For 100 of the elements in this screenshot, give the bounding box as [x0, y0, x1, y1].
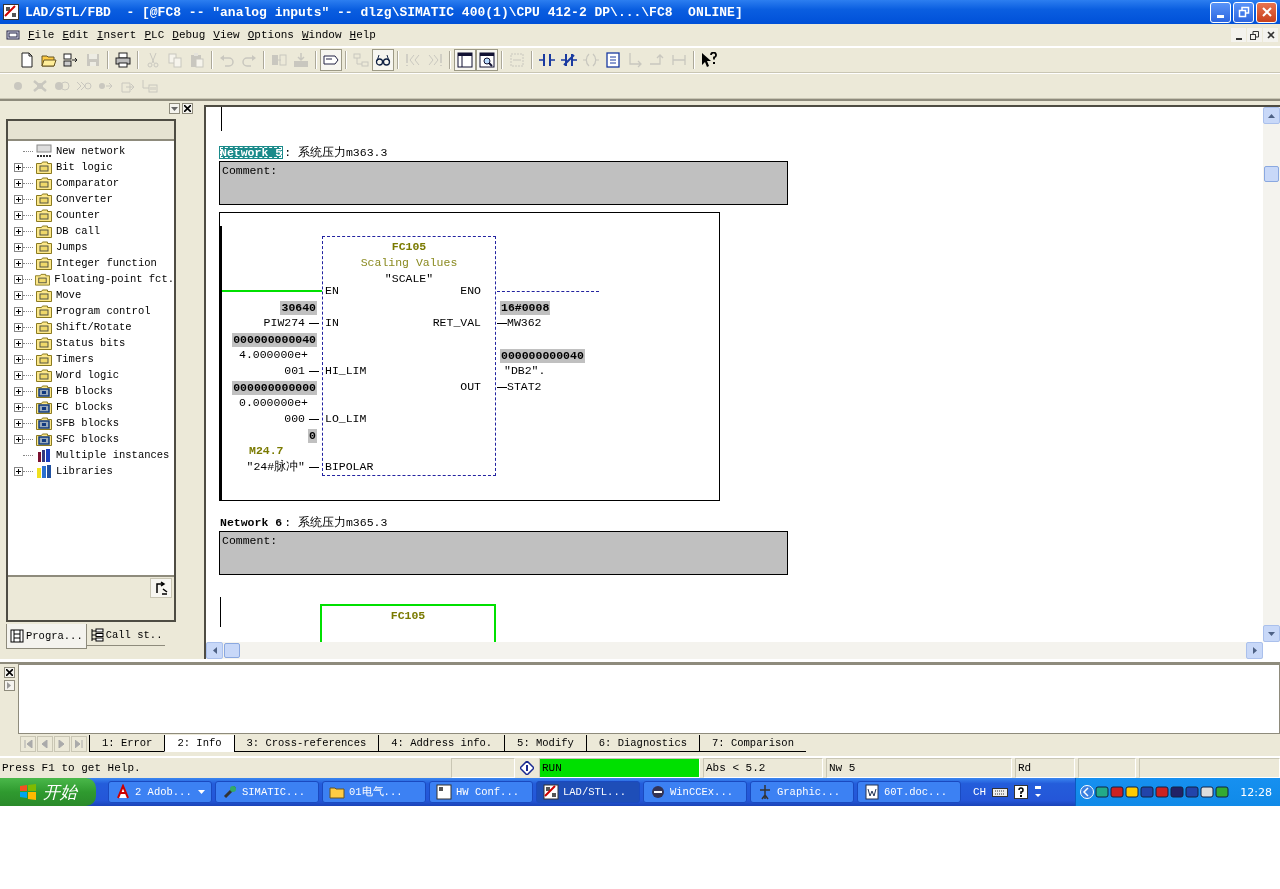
taskbar-button[interactable]: LAD/STL... [536, 781, 640, 803]
scroll-left-button[interactable] [206, 642, 223, 659]
restore-button[interactable] [1233, 1, 1254, 23]
call-structure-icon [89, 627, 104, 642]
tab-scroll-button[interactable] [71, 736, 87, 752]
taskbar-button[interactable]: HW Conf... [429, 781, 533, 803]
tree-item[interactable]: FB blocks [56, 385, 113, 397]
tree-item[interactable]: Counter [56, 209, 101, 221]
help-cursor-icon [701, 52, 717, 68]
menu-item[interactable]: Options [243, 29, 298, 41]
tree-item[interactable]: FC blocks [56, 401, 113, 413]
tree-item[interactable]: Word logic [56, 369, 119, 381]
menu-item[interactable]: Window [297, 29, 346, 41]
tree-item[interactable]: Program control [56, 305, 151, 317]
minimize-button[interactable] [1210, 1, 1231, 23]
output-tab[interactable]: 6: Diagnostics [585, 735, 700, 752]
tree-item[interactable]: Comparator [56, 177, 119, 189]
comment-field[interactable]: Comment: [219, 531, 788, 575]
printer-icon [115, 52, 131, 68]
tree-item[interactable]: Libraries [56, 465, 113, 477]
taskbar-button[interactable]: Graphic... [750, 781, 854, 803]
output-tab[interactable]: 3: Cross-references [233, 735, 379, 752]
tree-item[interactable]: SFC blocks [56, 433, 119, 445]
start-button[interactable]: 开始 [0, 778, 96, 806]
right-arrow-icon [7, 682, 11, 689]
taskbar-button[interactable]: 2 Adob... [108, 781, 212, 803]
menu-item[interactable]: View [209, 29, 244, 41]
taskbar-button[interactable]: 01电气... [322, 781, 426, 803]
close-button[interactable] [3, 667, 15, 678]
tree-item[interactable]: Move [56, 289, 82, 301]
scissors-icon [145, 52, 161, 68]
tree-item[interactable]: Converter [56, 193, 113, 205]
books-icon [36, 447, 52, 463]
vertical-scrollbar[interactable] [1263, 107, 1280, 642]
tree-item[interactable]: Status bits [56, 337, 126, 349]
menu-item[interactable]: Help [345, 29, 380, 41]
taskbar-button[interactable]: WinCCEx... [643, 781, 747, 803]
scroll-down-button[interactable] [1263, 625, 1280, 642]
tree-item[interactable]: Floating-point fct. [54, 273, 174, 285]
clock: 12:28 [1240, 785, 1272, 799]
panel-tab[interactable]: Progra... [6, 624, 87, 649]
folder-icon [36, 287, 52, 303]
horizontal-scrollbar[interactable] [206, 642, 1263, 659]
pin-label: HI_LIM [325, 363, 367, 379]
scroll-thumb[interactable] [224, 643, 240, 658]
program-elements-icon [10, 629, 24, 643]
menu-item[interactable]: PLC [140, 29, 169, 41]
branch-open-icon [627, 52, 643, 68]
folder-icon [36, 367, 52, 383]
tree-item[interactable]: Multiple instances [56, 449, 170, 461]
output-tab[interactable]: 4: Address info. [378, 735, 505, 752]
tab-scroll-button[interactable] [54, 736, 70, 752]
close-button[interactable] [1263, 28, 1278, 42]
panel-tab[interactable]: Call st.. [86, 624, 166, 646]
tree-item[interactable]: Jumps [56, 241, 88, 253]
scroll-up-button[interactable] [1263, 107, 1280, 124]
toolbar-button[interactable] [476, 49, 498, 71]
dropdown-button[interactable] [169, 103, 180, 114]
jump-arrow-icon [154, 581, 168, 595]
tree-item[interactable]: DB call [56, 225, 101, 237]
menu-item[interactable]: File [24, 29, 59, 41]
tab-scroll-button[interactable] [37, 736, 53, 752]
connected-boxes-icon [353, 52, 369, 68]
menu-item[interactable]: Insert [92, 29, 141, 41]
pin-label: EN [325, 283, 339, 299]
toolbar-button[interactable] [372, 49, 394, 71]
folder-icon [36, 351, 52, 367]
restore-button[interactable] [1247, 28, 1262, 42]
value-label: 000000000000 [232, 381, 317, 395]
first-icon [23, 740, 33, 748]
output-tab[interactable]: 7: Comparison [699, 735, 806, 752]
scroll-thumb[interactable] [1264, 166, 1279, 182]
network-label[interactable]: Network 5 [219, 145, 284, 159]
network-label[interactable]: Network 6 [219, 515, 284, 529]
menu-item[interactable]: Edit [58, 29, 93, 41]
tree-item[interactable]: Integer function [56, 257, 157, 269]
toolbar-button[interactable] [112, 49, 134, 71]
tree-item[interactable]: Shift/Rotate [56, 321, 132, 333]
tray-expand-icon [1080, 785, 1095, 799]
output-tab[interactable]: 2: Info [164, 735, 234, 752]
tree-item[interactable]: New network [56, 145, 126, 157]
tree-item[interactable]: Bit logic [56, 161, 113, 173]
scroll-right-button[interactable] [1246, 642, 1263, 659]
tree-item[interactable]: SFB blocks [56, 417, 119, 429]
close-button[interactable] [182, 103, 193, 114]
taskbar-button[interactable]: SIMATIC... [215, 781, 319, 803]
comment-field[interactable]: Comment: [219, 161, 788, 205]
tab-scroll-button[interactable] [20, 736, 36, 752]
jump-button[interactable] [150, 578, 172, 598]
language-indicator[interactable]: CH [973, 786, 987, 798]
window-frame-icon [323, 52, 339, 68]
minimize-button[interactable] [1231, 28, 1246, 42]
toolbar-button[interactable] [454, 49, 476, 71]
block-folder-icon [36, 431, 52, 447]
folder-icon [35, 271, 51, 287]
redo-icon [241, 52, 257, 68]
tree-item[interactable]: Timers [56, 353, 94, 365]
taskbar-button[interactable]: 60T.doc... [857, 781, 961, 803]
menu-item[interactable]: Debug [168, 29, 210, 41]
output-tab[interactable]: 5: Modify [504, 735, 586, 752]
